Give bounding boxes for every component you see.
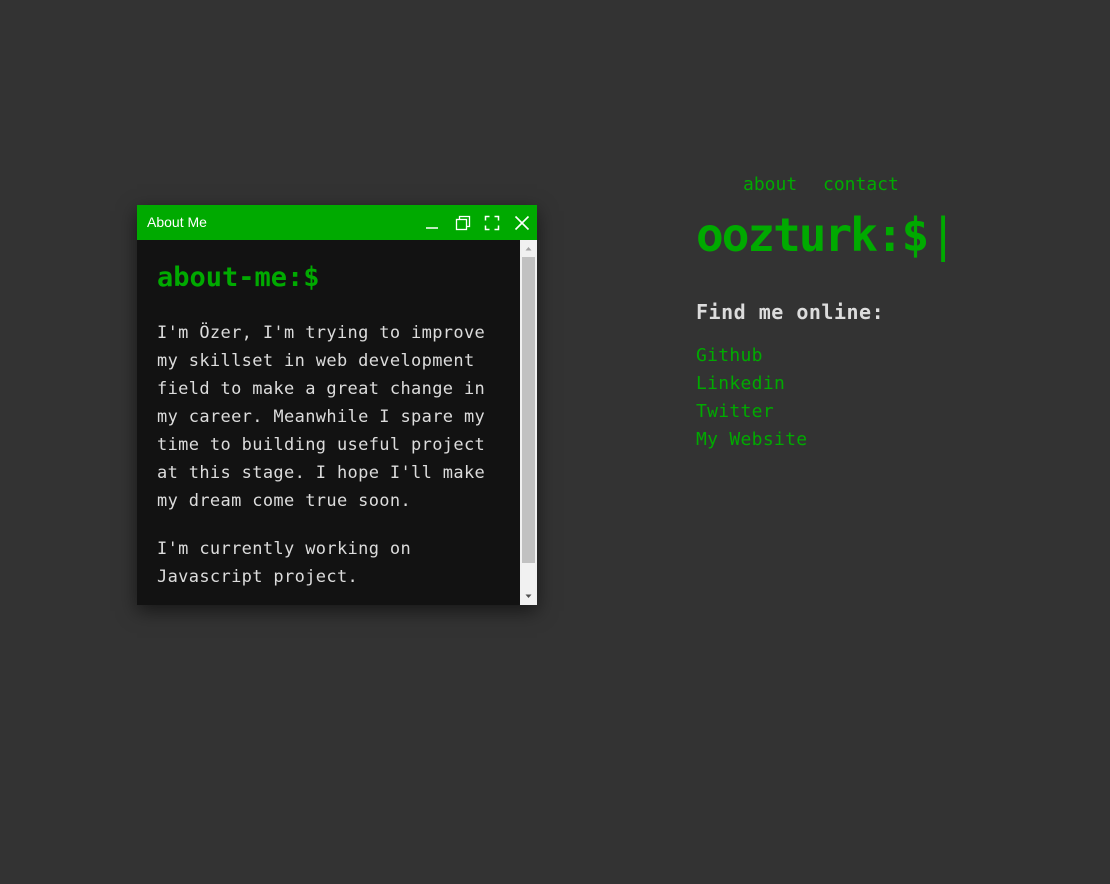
logo-cursor: |	[929, 208, 957, 262]
about-paragraph: I'm Özer, I'm trying to improve my skill…	[157, 323, 486, 511]
find-me-online-heading: Find me online:	[696, 300, 885, 324]
linkedin-link[interactable]: Linkedin	[696, 373, 785, 394]
logo-text: oozturk:$	[696, 208, 929, 262]
site-logo: oozturk:$|	[696, 208, 957, 262]
current-work-paragraph: I'm currently working on Javascript proj…	[157, 539, 412, 587]
about-me-heading: about-me:$	[157, 262, 320, 293]
list-item: Twitter	[696, 399, 807, 427]
my-website-link[interactable]: My Website	[696, 429, 807, 450]
about-me-window: About Me about-me:$ I'm Özer, I'm trying…	[137, 205, 537, 605]
scroll-thumb[interactable]	[522, 257, 535, 563]
twitter-link[interactable]: Twitter	[696, 401, 774, 422]
maximize-icon[interactable]	[482, 213, 502, 233]
social-links-list: Github Linkedin Twitter My Website	[696, 343, 807, 455]
window-content[interactable]: about-me:$ I'm Özer, I'm trying to impro…	[137, 240, 520, 605]
window-titlebar[interactable]: About Me	[137, 205, 537, 240]
scroll-down-arrow-icon[interactable]	[520, 588, 537, 605]
minimize-icon[interactable]	[422, 213, 442, 233]
scroll-up-arrow-icon[interactable]	[520, 240, 537, 257]
list-item: Linkedin	[696, 371, 807, 399]
list-item: My Website	[696, 427, 807, 455]
close-icon[interactable]	[512, 213, 532, 233]
window-title: About Me	[147, 214, 207, 230]
nav-about-link[interactable]: about	[743, 174, 797, 195]
list-item: Github	[696, 343, 807, 371]
window-scrollbar[interactable]	[520, 240, 537, 605]
github-link[interactable]: Github	[696, 345, 763, 366]
nav-contact-link[interactable]: contact	[823, 174, 899, 195]
restore-icon[interactable]	[453, 213, 473, 233]
